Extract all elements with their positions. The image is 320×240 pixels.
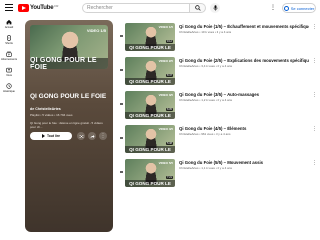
more-vert-icon: ⋮ (100, 132, 106, 139)
list-item[interactable]: VIDEO 4/5 5:38 QI GONG POUR LE FOIE Qi G… (116, 122, 320, 156)
signin-label: Se connecter (290, 5, 315, 11)
youtube-play-icon (18, 4, 29, 12)
sidebar-item-home[interactable]: Accueil (0, 16, 18, 32)
playlist-header-panel: VIDEO 1/5 QI GONG POUR LE FOIE QI GONG P… (25, 20, 113, 232)
sidebar-item-label: Shorts (5, 42, 13, 45)
more-vert-icon[interactable]: ⋮ (312, 58, 317, 64)
drag-handle-icon[interactable] (120, 171, 123, 174)
logo-country: FR (54, 4, 59, 8)
video-title[interactable]: Qi Gong du Foie (2/5) – Explications des… (179, 58, 309, 63)
sidebar-item-history[interactable]: Historique (0, 80, 18, 96)
logo-text: YouTube (30, 5, 54, 11)
sidebar-item-label: Vous (6, 74, 12, 77)
video-meta: ChristelleArtes • 1,1 k vues • il y a 4 … (179, 166, 232, 170)
voice-search-button[interactable] (210, 3, 220, 13)
you-icon (6, 67, 12, 73)
drag-handle-icon[interactable] (120, 137, 123, 140)
playlist-channel-link[interactable]: de ChristelleArtes (30, 107, 61, 111)
sidebar-item-label: Accueil (4, 26, 14, 29)
history-icon (6, 83, 12, 89)
sidebar-item-you[interactable]: Vous (0, 64, 18, 80)
video-title[interactable]: Qi Gong du Foie (5/5) – Mouvement assis (179, 160, 309, 165)
video-duration: 5:38 (165, 142, 173, 145)
play-icon (41, 134, 45, 138)
sidebar: Accueil Shorts Abonnements Vous Historiq… (0, 16, 18, 96)
youtube-logo[interactable]: YouTube FR (18, 4, 58, 12)
search-icon (194, 5, 201, 11)
sidebar-item-label: Abonnements (0, 58, 17, 61)
sidebar-item-subscriptions[interactable]: Abonnements (0, 48, 18, 64)
thumbnail-title: QI GONG POUR LE FOIE (30, 57, 108, 69)
list-item[interactable]: VIDEO 2/5 8:47 QI GONG POUR LE FOIE Qi G… (116, 54, 320, 88)
settings-more-icon[interactable]: ⋮ (270, 4, 276, 11)
video-meta: ChristelleArtes • 1,2 k vues • il y a 4 … (179, 98, 232, 102)
share-icon (90, 134, 94, 138)
video-thumbnail[interactable]: VIDEO 2/5 8:47 QI GONG POUR LE FOIE (125, 57, 175, 85)
subscriptions-icon (6, 51, 12, 57)
menu-icon[interactable] (5, 4, 13, 11)
video-title[interactable]: Qi Gong du Foie (4/5) – Éléments (179, 126, 309, 131)
playlist-title: QI GONG POUR LE FOIE (30, 93, 107, 100)
video-duration: 6:05 (165, 108, 173, 111)
list-item[interactable]: VIDEO 3/5 6:05 QI GONG POUR LE FOIE Qi G… (116, 88, 320, 122)
video-duration: 9:12 (165, 40, 173, 43)
thumbnail-video-tag: VIDEO 3/5 (158, 93, 173, 97)
home-icon (6, 19, 12, 25)
search-button[interactable] (190, 3, 206, 13)
video-meta: ChristelleArtes • 961 vues • il y a 4 an… (179, 132, 231, 136)
video-title[interactable]: Qi Gong du Foie (3/5) – Auto-massages (179, 92, 309, 97)
list-item[interactable]: VIDEO 1/5 9:12 QI GONG POUR LE FOIE Qi G… (116, 20, 320, 54)
play-all-button[interactable]: Tout lire (30, 132, 72, 140)
top-bar: YouTube FR Rechercher ⋮ Se connecter (0, 0, 320, 16)
video-duration: 8:47 (165, 74, 173, 77)
thumbnail-title: QI GONG POUR LE FOIE (125, 112, 175, 119)
thumbnail-video-tag: VIDEO 1/5 (158, 25, 173, 29)
more-options-button[interactable]: ⋮ (99, 132, 107, 140)
sidebar-item-shorts[interactable]: Shorts (0, 32, 18, 48)
playlist-description[interactable]: Qi Gong pour le foie : détoxe en ligne g… (30, 121, 106, 129)
playlist-thumbnail[interactable]: VIDEO 1/5 QI GONG POUR LE FOIE (30, 25, 108, 69)
shorts-icon (7, 35, 11, 41)
more-vert-icon[interactable]: ⋮ (312, 92, 317, 98)
video-thumbnail[interactable]: VIDEO 1/5 9:12 QI GONG POUR LE FOIE (125, 23, 175, 51)
drag-handle-icon[interactable] (120, 69, 123, 72)
thumbnail-video-tag: VIDEO 4/5 (158, 127, 173, 131)
thumbnail-title: QI GONG POUR LE FOIE (125, 44, 175, 51)
video-thumbnail[interactable]: VIDEO 5/5 7:21 QI GONG POUR LE FOIE (125, 159, 175, 187)
thumbnail-video-tag: VIDEO 1/5 (86, 28, 106, 33)
shuffle-button[interactable] (77, 132, 85, 140)
microphone-icon (213, 5, 217, 11)
share-button[interactable] (88, 132, 96, 140)
drag-handle-icon[interactable] (120, 35, 123, 38)
drag-handle-icon[interactable] (120, 103, 123, 106)
search-input[interactable]: Rechercher (82, 3, 190, 13)
shuffle-icon (79, 134, 83, 138)
more-vert-icon[interactable]: ⋮ (312, 160, 317, 166)
thumbnail-title: QI GONG POUR LE FOIE (125, 146, 175, 153)
thumbnail-video-tag: VIDEO 2/5 (158, 59, 173, 63)
video-meta: ChristelleArtes • 10 k vues • il y a 4 a… (179, 30, 232, 34)
more-vert-icon[interactable]: ⋮ (312, 24, 317, 30)
video-list: VIDEO 1/5 9:12 QI GONG POUR LE FOIE Qi G… (116, 20, 320, 190)
account-icon (283, 5, 289, 11)
sidebar-item-label: Historique (3, 90, 15, 93)
thumbnail-video-tag: VIDEO 5/5 (158, 161, 173, 165)
play-all-label: Tout lire (46, 134, 61, 138)
video-duration: 7:21 (165, 176, 173, 179)
video-thumbnail[interactable]: VIDEO 3/5 6:05 QI GONG POUR LE FOIE (125, 91, 175, 119)
more-vert-icon[interactable]: ⋮ (312, 126, 317, 132)
video-meta: ChristelleArtes • 3,4 k vues • il y a 4 … (179, 64, 232, 68)
thumbnail-title: QI GONG POUR LE FOIE (125, 78, 175, 85)
video-title[interactable]: Qi Gong du Foie (1/5) – Échauffement et … (179, 24, 309, 29)
signin-button[interactable]: Se connecter (282, 3, 316, 13)
playlist-meta: Playlist • 5 vidéos • 16 794 vues (30, 113, 73, 117)
thumbnail-title: QI GONG POUR LE FOIE (125, 180, 175, 187)
video-thumbnail[interactable]: VIDEO 4/5 5:38 QI GONG POUR LE FOIE (125, 125, 175, 153)
list-item[interactable]: VIDEO 5/5 7:21 QI GONG POUR LE FOIE Qi G… (116, 156, 320, 190)
